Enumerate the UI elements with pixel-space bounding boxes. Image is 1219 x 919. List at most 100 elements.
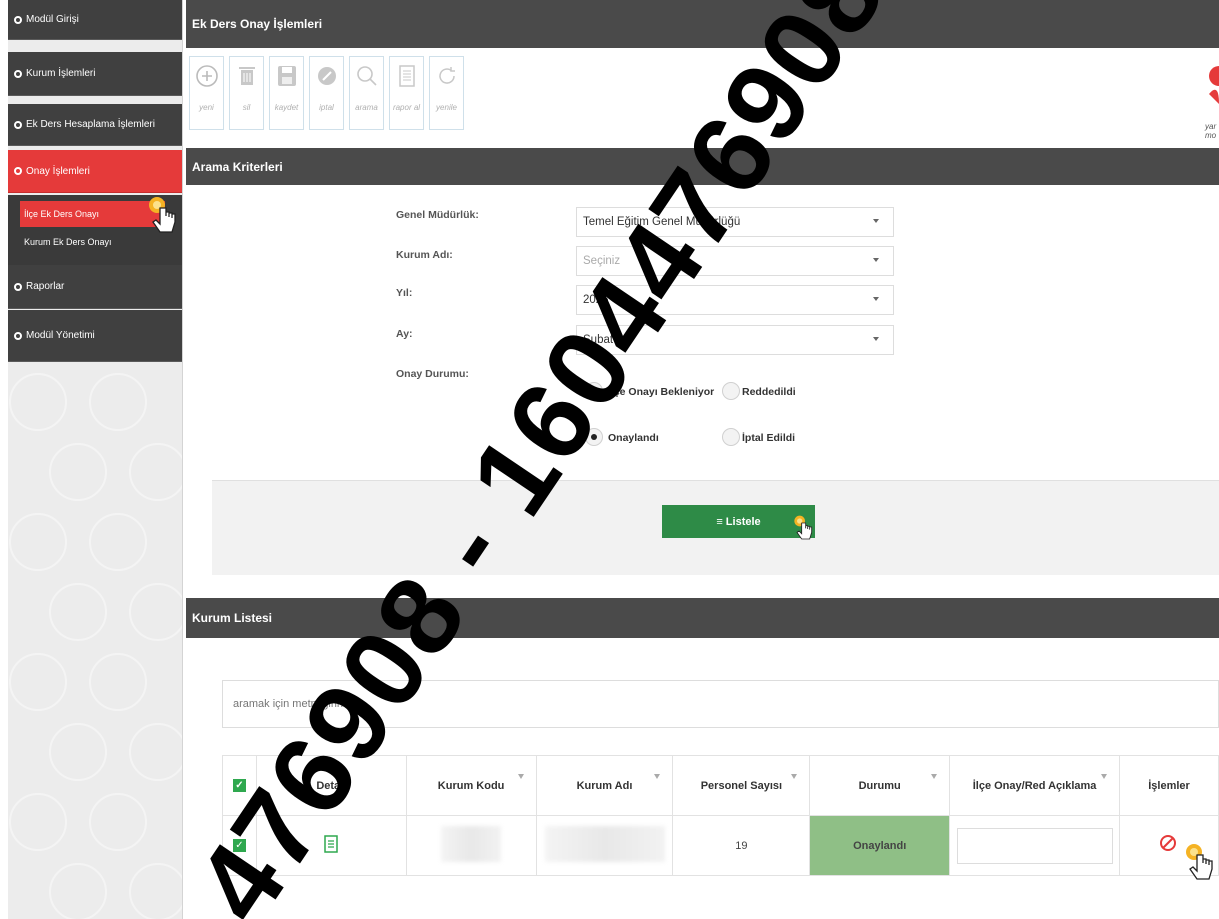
- detail-cell[interactable]: [255, 815, 407, 876]
- select-all-header[interactable]: ✓: [222, 755, 257, 816]
- circle-icon: [14, 120, 22, 129]
- help-label: yar mo: [1205, 122, 1217, 140]
- islemler-cell: [1119, 815, 1219, 876]
- column-kurum-kodu[interactable]: Kurum Kodu: [405, 755, 537, 816]
- sidebar-item-label: Kurum İşlemleri: [26, 68, 96, 79]
- refresh-button-label: yenile: [436, 103, 457, 112]
- checkbox-checked-icon[interactable]: ✓: [232, 839, 246, 852]
- redacted-value: [544, 826, 665, 862]
- yil-select[interactable]: 2025: [576, 285, 894, 315]
- sub-item-label: Kurum Ek Ders Onayı: [24, 237, 112, 247]
- column-label: Personel Sayısı: [700, 779, 783, 792]
- reject-icon[interactable]: [1159, 834, 1179, 854]
- filter-icon[interactable]: [654, 774, 661, 779]
- sidebar-item-label: Modül Girişi: [26, 14, 79, 25]
- delete-button[interactable]: sil: [229, 56, 264, 130]
- refresh-button[interactable]: yenile: [429, 56, 464, 130]
- filter-icon[interactable]: [517, 774, 524, 779]
- new-button-label: yeni: [199, 103, 214, 112]
- sidebar-item-kurum-islemleri[interactable]: Kurum İşlemleri: [8, 52, 182, 96]
- sidebar-item-label: Modül Yönetimi: [26, 330, 95, 341]
- sidebar-item-label: Onay İşlemleri: [26, 165, 90, 177]
- table-row[interactable]: ✓ 19 Onaylandı: [222, 815, 1219, 876]
- column-label: Durumu: [858, 779, 901, 792]
- row-select-cell[interactable]: ✓: [222, 815, 257, 876]
- ay-value: Şubat: [583, 334, 614, 346]
- page-title-bar: Ek Ders Onay İşlemleri: [186, 0, 1219, 48]
- ay-select[interactable]: Şubat: [576, 325, 894, 355]
- sidebar-item-onay-islemleri[interactable]: Onay İşlemleri: [8, 150, 182, 193]
- search-button-label: arama: [355, 103, 378, 112]
- sidebar-item-modul-yonetimi[interactable]: Modül Yönetimi: [8, 310, 182, 362]
- radio-onaylandi[interactable]: [585, 428, 603, 446]
- yil-label: Yıl:: [396, 287, 413, 299]
- aciklama-input[interactable]: [956, 827, 1113, 864]
- cancel-icon: [317, 67, 336, 85]
- sidebar: Modül Girişi Kurum İşlemleri Ek Ders Hes…: [8, 0, 183, 919]
- kurum-adi-label: Kurum Adı:: [396, 249, 453, 261]
- page-title: Ek Ders Onay İşlemleri: [192, 17, 323, 31]
- submenu: İlçe Ek Ders Onayı Kurum Ek Ders Onayı: [8, 195, 182, 265]
- column-durumu[interactable]: Durumu: [809, 755, 951, 816]
- radio-label: İptal Edildi: [742, 432, 796, 444]
- search-criteria-title: Arama Kriterleri: [192, 159, 283, 174]
- column-label: Kurum Adı: [576, 779, 633, 792]
- kurum-adi-cell: [535, 815, 674, 876]
- trash-icon: [238, 67, 255, 85]
- filter-icon[interactable]: [791, 774, 798, 779]
- delete-button-label: sil: [242, 103, 251, 112]
- report-button[interactable]: rapor al: [389, 56, 424, 130]
- list-button[interactable]: ≡ Listele: [662, 505, 815, 538]
- radio-label: Reddedildi: [742, 386, 796, 398]
- toolbar: yeni sil kaydet iptal arama rapor al yen…: [186, 48, 1219, 144]
- column-detay[interactable]: Detay: [255, 755, 407, 816]
- redacted-value: [441, 826, 502, 862]
- radio-reddedildi[interactable]: [722, 382, 740, 400]
- column-islemler: İşlemler: [1119, 755, 1219, 816]
- onay-durumu-label: Onay Durumu:: [396, 368, 469, 380]
- sub-item-ilce-ek-ders-onayi[interactable]: İlçe Ek Ders Onayı: [20, 201, 165, 227]
- column-kurum-adi[interactable]: Kurum Adı: [535, 755, 674, 816]
- aciklama-cell: [949, 815, 1121, 876]
- new-button[interactable]: yeni: [189, 56, 224, 130]
- column-label: Kurum Kodu: [437, 779, 505, 792]
- kurum-table: ✓ Detay Kurum Kodu Kurum Adı Personel Sa…: [222, 755, 1219, 876]
- sidebar-item-modul-girisi[interactable]: Modül Girişi: [8, 0, 182, 40]
- caret-down-icon: [873, 258, 879, 262]
- plus-circle-icon: [195, 65, 218, 87]
- sidebar-item-ek-ders-hesaplama[interactable]: Ek Ders Hesaplama İşlemleri: [8, 104, 182, 146]
- search-icon: [356, 66, 377, 86]
- radio-label: Onaylandı: [608, 432, 659, 444]
- search-button[interactable]: arama: [349, 56, 384, 130]
- kurum-adi-select[interactable]: Seçiniz: [576, 246, 894, 276]
- radio-iptal-edildi[interactable]: [722, 428, 740, 446]
- column-personel-sayisi[interactable]: Personel Sayısı: [672, 755, 811, 816]
- decorative-pattern: [9, 373, 182, 919]
- column-label: İlçe Onay/Red Açıklama: [972, 779, 1097, 792]
- report-button-label: rapor al: [392, 103, 421, 112]
- cancel-button[interactable]: iptal: [309, 56, 344, 130]
- kurum-kodu-cell: [405, 815, 537, 876]
- detail-document-icon[interactable]: [324, 835, 339, 853]
- table-search-input[interactable]: [222, 680, 1219, 728]
- radio-ilce-onayi-bekleniyor[interactable]: [585, 382, 603, 400]
- column-label: İşlemler: [1148, 779, 1190, 792]
- save-button[interactable]: kaydet: [269, 56, 304, 130]
- status-badge: Onaylandı: [809, 815, 951, 876]
- save-button-label: kaydet: [274, 103, 299, 112]
- kurum-adi-placeholder: Seçiniz: [583, 255, 621, 267]
- sidebar-item-raporlar[interactable]: Raporlar: [8, 265, 182, 309]
- filter-icon[interactable]: [931, 774, 938, 779]
- genel-mudurluk-select[interactable]: Temel Eğitim Genel Müdürlüğü: [576, 207, 894, 237]
- caret-down-icon: [873, 219, 879, 223]
- circle-icon: [14, 69, 22, 78]
- filter-icon[interactable]: [1101, 774, 1108, 779]
- search-criteria-header: Arama Kriterleri: [186, 148, 1219, 185]
- column-ilce-onay-red-aciklama[interactable]: İlçe Onay/Red Açıklama: [949, 755, 1121, 816]
- refresh-icon: [438, 67, 455, 84]
- checkbox-checked-icon[interactable]: ✓: [232, 779, 246, 792]
- caret-down-icon: [873, 337, 879, 341]
- sub-item-kurum-ek-ders-onayi[interactable]: Kurum Ek Ders Onayı: [20, 229, 165, 255]
- sub-item-label: İlçe Ek Ders Onayı: [24, 209, 100, 219]
- table-header-row: ✓ Detay Kurum Kodu Kurum Adı Personel Sa…: [222, 755, 1219, 816]
